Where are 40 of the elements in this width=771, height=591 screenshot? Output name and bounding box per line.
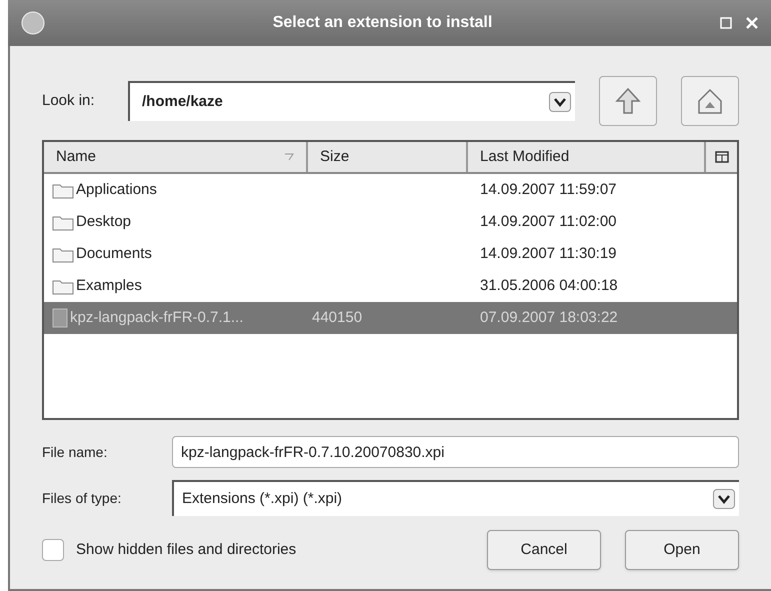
file-row[interactable]: Examples 31.05.2006 04:00:18 xyxy=(44,270,737,302)
look-in-label: Look in: xyxy=(42,90,96,111)
file-name: Examples xyxy=(76,276,142,296)
file-row[interactable]: Desktop 14.09.2007 11:02:00 xyxy=(44,206,737,238)
sort-icon xyxy=(284,153,294,161)
file-name-label: File name: xyxy=(42,442,108,462)
up-arrow-icon xyxy=(613,86,643,116)
column-header[interactable]: Last Modified xyxy=(468,142,706,172)
window-title: Select an extension to install xyxy=(272,13,494,33)
modified-date: 14.09.2007 11:02:00 xyxy=(480,212,617,230)
file-row[interactable]: Applications 14.09.2007 11:59:07 xyxy=(44,174,737,206)
file-name: Desktop xyxy=(76,212,132,232)
modified-date: 14.09.2007 11:59:07 xyxy=(480,180,617,198)
column-header[interactable]: Name xyxy=(44,142,308,172)
file-name: Documents xyxy=(76,244,152,264)
look-in-dropdown[interactable]: /home/kaze xyxy=(128,81,575,121)
up-folder-button[interactable] xyxy=(599,76,657,126)
checkbox[interactable] xyxy=(42,539,64,561)
file-name-field[interactable]: kpz-langpack-frFR-0.7.10.20070830.xpi xyxy=(172,436,739,468)
file-name: kpz-langpack-frFR-0.7.1... xyxy=(70,308,244,328)
maximize-icon[interactable] xyxy=(719,16,733,30)
file-size: 440150 xyxy=(312,308,362,326)
modified-date: 14.09.2007 11:30:19 xyxy=(480,244,617,262)
app-icon xyxy=(20,10,46,36)
file-row[interactable]: Documents 14.09.2007 11:30:19 xyxy=(44,238,737,270)
file-type-dropdown[interactable]: Extensions (*.xpi) (*.xpi) xyxy=(172,480,739,516)
column-header[interactable]: Size xyxy=(308,142,468,172)
file-type-label: Files of type: xyxy=(42,488,122,508)
dropdown-caret-icon xyxy=(717,494,731,504)
modified-date: 31.05.2006 04:00:18 xyxy=(480,276,618,294)
dialog-button[interactable]: Open xyxy=(625,530,739,570)
dropdown-caret-icon xyxy=(553,97,567,107)
checkbox-label: Show hidden files and directories xyxy=(76,540,298,560)
modified-date: 07.09.2007 18:03:22 xyxy=(480,308,618,326)
file-icon xyxy=(52,308,68,328)
dialog-button[interactable]: Cancel xyxy=(487,530,601,570)
file-name: Applications xyxy=(76,180,157,200)
close-icon[interactable] xyxy=(745,16,759,30)
home-button[interactable] xyxy=(681,76,739,126)
columns-menu-icon[interactable] xyxy=(714,151,728,163)
